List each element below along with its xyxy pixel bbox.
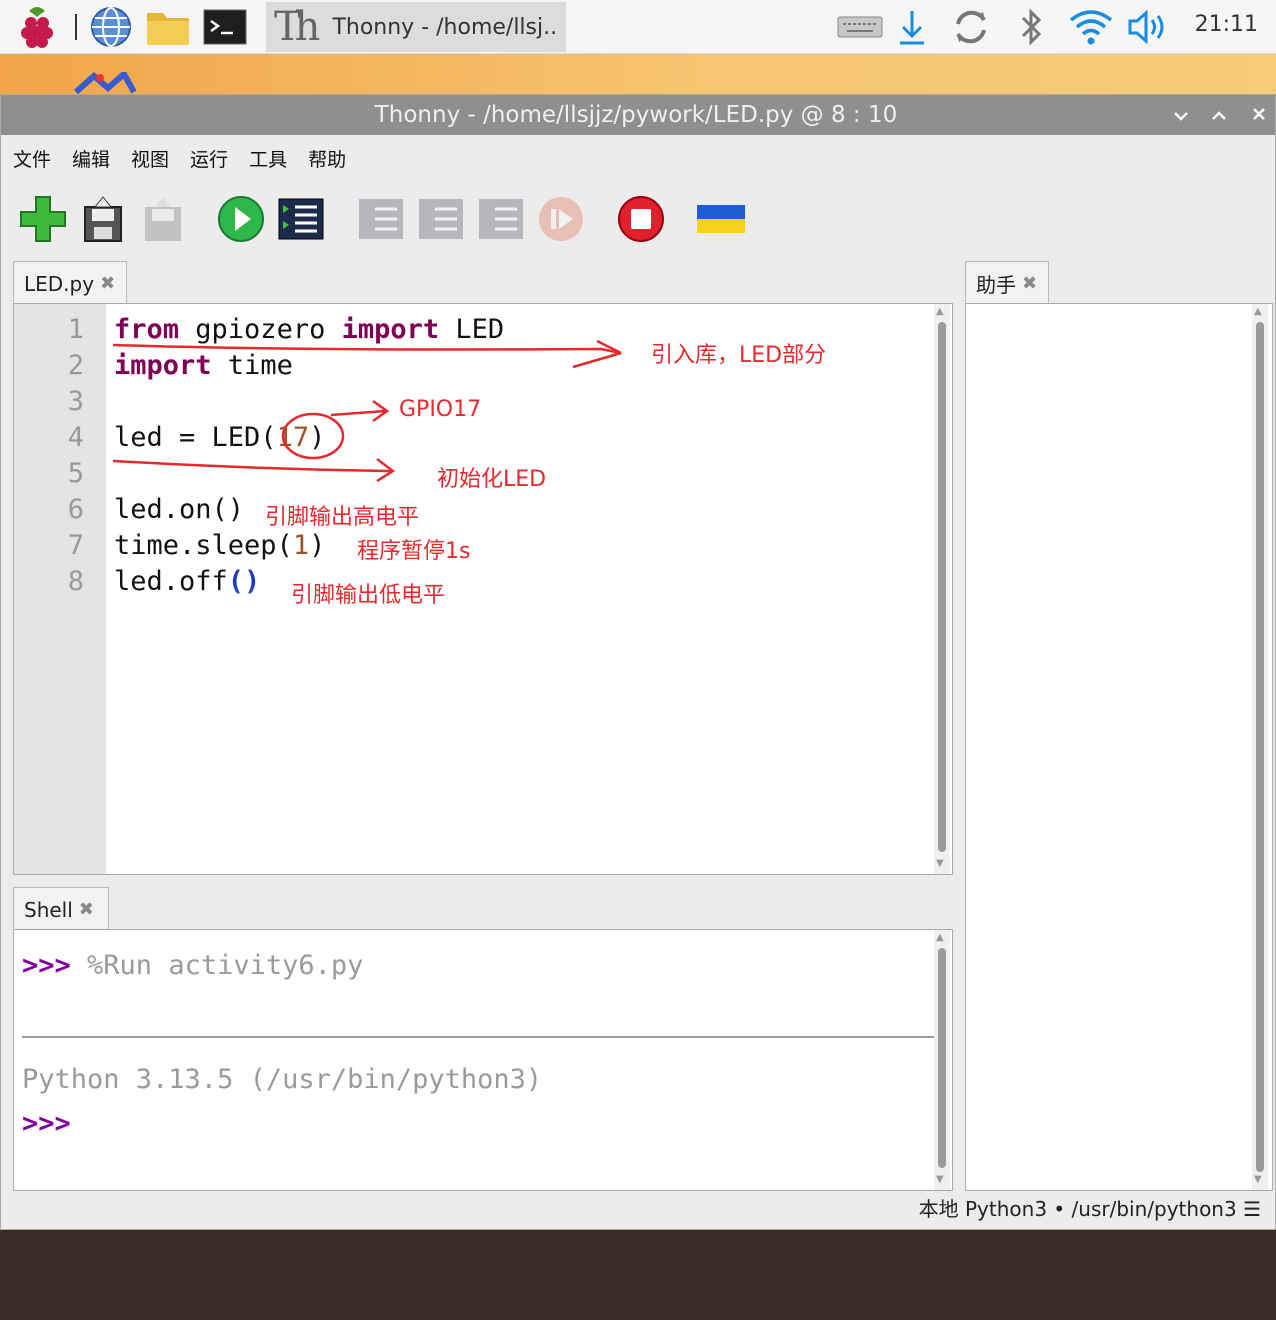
- taskbar-thonny-task[interactable]: Th Thonny - /home/llsj..: [266, 2, 566, 52]
- annotation-import: 引入库，LED部分: [651, 343, 827, 368]
- annotation-led-off: 引脚输出低电平: [291, 583, 446, 608]
- close-icon: [1253, 108, 1265, 120]
- assistant-pane: ▲ ▼: [965, 303, 1273, 1191]
- minimize-button[interactable]: [1163, 95, 1199, 135]
- tab-label: Shell: [24, 897, 73, 922]
- terminal-icon[interactable]: [202, 4, 248, 50]
- browser-globe-icon[interactable]: [88, 4, 134, 50]
- close-tab-icon[interactable]: ✖: [1022, 273, 1037, 294]
- clock[interactable]: 21:11: [1195, 12, 1258, 37]
- shell-scrollbar[interactable]: ▲ ▼: [934, 930, 950, 1190]
- chevron-up-icon: [1212, 111, 1226, 120]
- shell-prompt[interactable]: >>>: [22, 1108, 71, 1139]
- taskbar-divider: [75, 14, 77, 40]
- annotation-init-led: 初始化LED: [437, 467, 547, 492]
- maximize-button[interactable]: [1201, 95, 1237, 135]
- taskbar-task-title: Thonny - /home/llsj..: [332, 14, 558, 40]
- shell-pane[interactable]: >>> %Run activity6.py Python 3.13.5 (/us…: [13, 929, 953, 1191]
- sync-icon[interactable]: [948, 4, 994, 50]
- shell-python-info: Python 3.13.5 (/usr/bin/python3): [22, 1064, 543, 1095]
- file-manager-folder-icon[interactable]: [144, 4, 192, 50]
- taskbar: Th Thonny - /home/llsj.. 21:11: [0, 0, 1276, 54]
- tab-assistant[interactable]: 助手 ✖: [965, 261, 1049, 305]
- close-tab-icon[interactable]: ✖: [79, 899, 94, 920]
- assistant-scrollbar[interactable]: ▲ ▼: [1252, 304, 1268, 1190]
- volume-icon[interactable]: [1124, 4, 1176, 50]
- shell-scroll-thumb[interactable]: [938, 948, 946, 1168]
- interpreter-status[interactable]: 本地 Python3 • /usr/bin/python3 ☰: [919, 1193, 1261, 1222]
- desktop-background: [0, 1230, 1276, 1320]
- chevron-down-icon: [1174, 112, 1188, 121]
- annotation-gpio: GPIO17: [399, 397, 482, 422]
- annotation-led-on: 引脚输出高电平: [265, 505, 420, 530]
- close-window-button[interactable]: [1241, 95, 1276, 135]
- bluetooth-icon[interactable]: [1014, 4, 1050, 50]
- tab-label: 助手: [976, 273, 1016, 297]
- wallpaper-logo-fragment: [74, 69, 137, 96]
- download-icon[interactable]: [894, 4, 930, 50]
- shell-separator: [22, 1036, 934, 1038]
- raspberry-menu-icon[interactable]: [14, 4, 60, 50]
- handwritten-annotation-strokes: [112, 339, 622, 483]
- desktop-wallpaper: [0, 54, 1276, 96]
- tab-shell[interactable]: Shell ✖: [13, 887, 109, 931]
- thonny-window: Thonny - /home/llsjjz/pywork/LED.py @ 8 …: [0, 94, 1276, 1230]
- assistant-scroll-thumb[interactable]: [1256, 322, 1264, 1172]
- thonny-logo-icon: Th: [274, 4, 321, 50]
- annotation-sleep: 程序暂停1s: [357, 539, 471, 564]
- keyboard-icon[interactable]: [836, 4, 884, 50]
- shell-run-line: >>> %Run activity6.py: [22, 950, 364, 981]
- wifi-icon[interactable]: [1066, 4, 1116, 50]
